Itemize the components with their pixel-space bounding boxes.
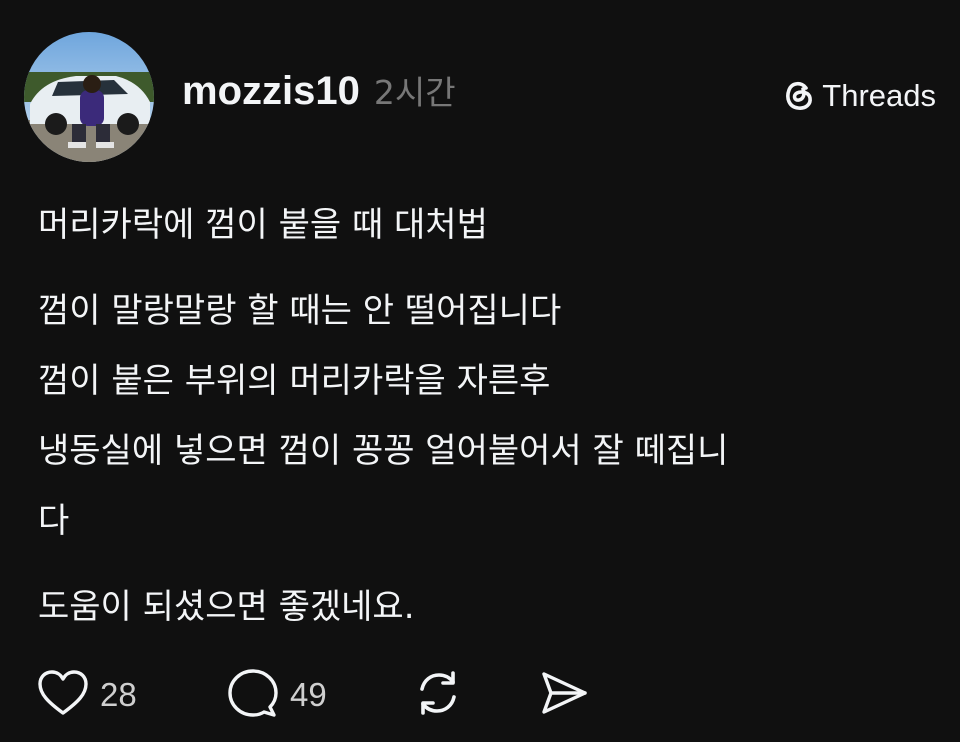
body-line: 껌이 붙은 부위의 머리카락을 자른후 <box>38 361 551 401</box>
comment-button[interactable]: 49 <box>226 667 412 723</box>
post-title: 머리카락에 껌이 붙을 때 대처법 <box>38 205 488 245</box>
post-header: mozzis10 2시간 Threads <box>24 28 936 164</box>
post-closing: 도움이 되셨으면 좋겠네요. <box>38 587 415 627</box>
repost-button[interactable] <box>412 667 538 723</box>
share-button[interactable] <box>538 668 590 722</box>
body-line: 껌이 말랑말랑 할 때는 안 떨어집니다 <box>38 291 562 331</box>
threads-brand[interactable]: Threads <box>782 76 936 116</box>
heart-icon <box>36 668 90 722</box>
comment-count: 49 <box>290 676 327 713</box>
post-content: 머리카락에 껌이 붙을 때 대처법 껌이 말랑말랑 할 때는 안 떨어집니다 껌… <box>38 190 918 642</box>
avatar-photo <box>24 32 154 162</box>
avatar[interactable] <box>24 32 154 162</box>
comment-bubble-icon <box>226 667 280 723</box>
brand-label: Threads <box>822 78 936 113</box>
threads-logo-icon <box>782 76 816 116</box>
username[interactable]: mozzis10 <box>182 69 360 114</box>
post-time: 2시간 <box>373 73 456 112</box>
like-button[interactable]: 28 <box>36 668 226 722</box>
action-bar: 28 49 <box>36 664 590 726</box>
send-icon <box>538 668 590 722</box>
body-line: 냉동실에 넣으면 껌이 꽁꽁 얼어붙어서 잘 떼집니 <box>38 431 729 471</box>
like-count: 28 <box>100 676 137 713</box>
user-row: mozzis10 2시간 <box>182 66 456 114</box>
repost-icon <box>412 667 464 723</box>
body-line: 다 <box>38 501 70 541</box>
post-body: 껌이 말랑말랑 할 때는 안 떨어집니다 껌이 붙은 부위의 머리카락을 자른후… <box>38 276 918 556</box>
